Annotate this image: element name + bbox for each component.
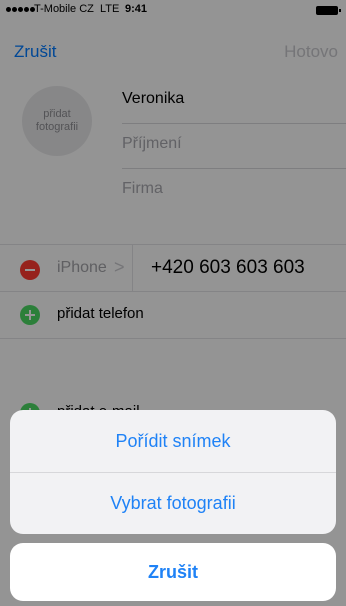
action-sheet-cancel-button[interactable]: Zrušit	[10, 543, 336, 601]
action-sheet: Pořídit snímek Vybrat fotografii	[10, 410, 336, 534]
choose-photo-button[interactable]: Vybrat fotografii	[10, 472, 336, 534]
contact-editor: T-Mobile CZ LTE 9:41 Zrušit Hotovo přida…	[0, 0, 346, 606]
take-photo-button[interactable]: Pořídit snímek	[10, 410, 336, 473]
